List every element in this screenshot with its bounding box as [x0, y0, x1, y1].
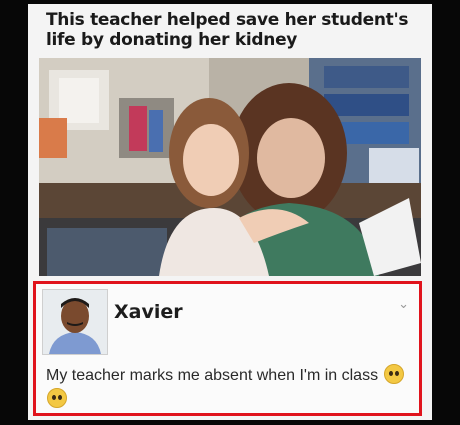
avatar[interactable]: [42, 289, 108, 355]
highlighted-comment: Xavier ⌄ My teacher marks me absent when…: [33, 281, 422, 416]
comment-text: My teacher marks me absent when I'm in c…: [46, 367, 379, 384]
pleading-face-icon: [47, 388, 67, 408]
chevron-down-icon[interactable]: ⌄: [398, 296, 409, 312]
pleading-face-icon: [383, 364, 404, 384]
profile-photo: [43, 290, 107, 354]
post-headline: This teacher helped save her student's l…: [46, 10, 409, 50]
commenter-name[interactable]: Xavier: [114, 301, 183, 323]
classroom-photo: [39, 58, 421, 276]
post-photo: [39, 58, 421, 276]
comment-body: My teacher marks me absent when I'm in c…: [46, 364, 416, 412]
